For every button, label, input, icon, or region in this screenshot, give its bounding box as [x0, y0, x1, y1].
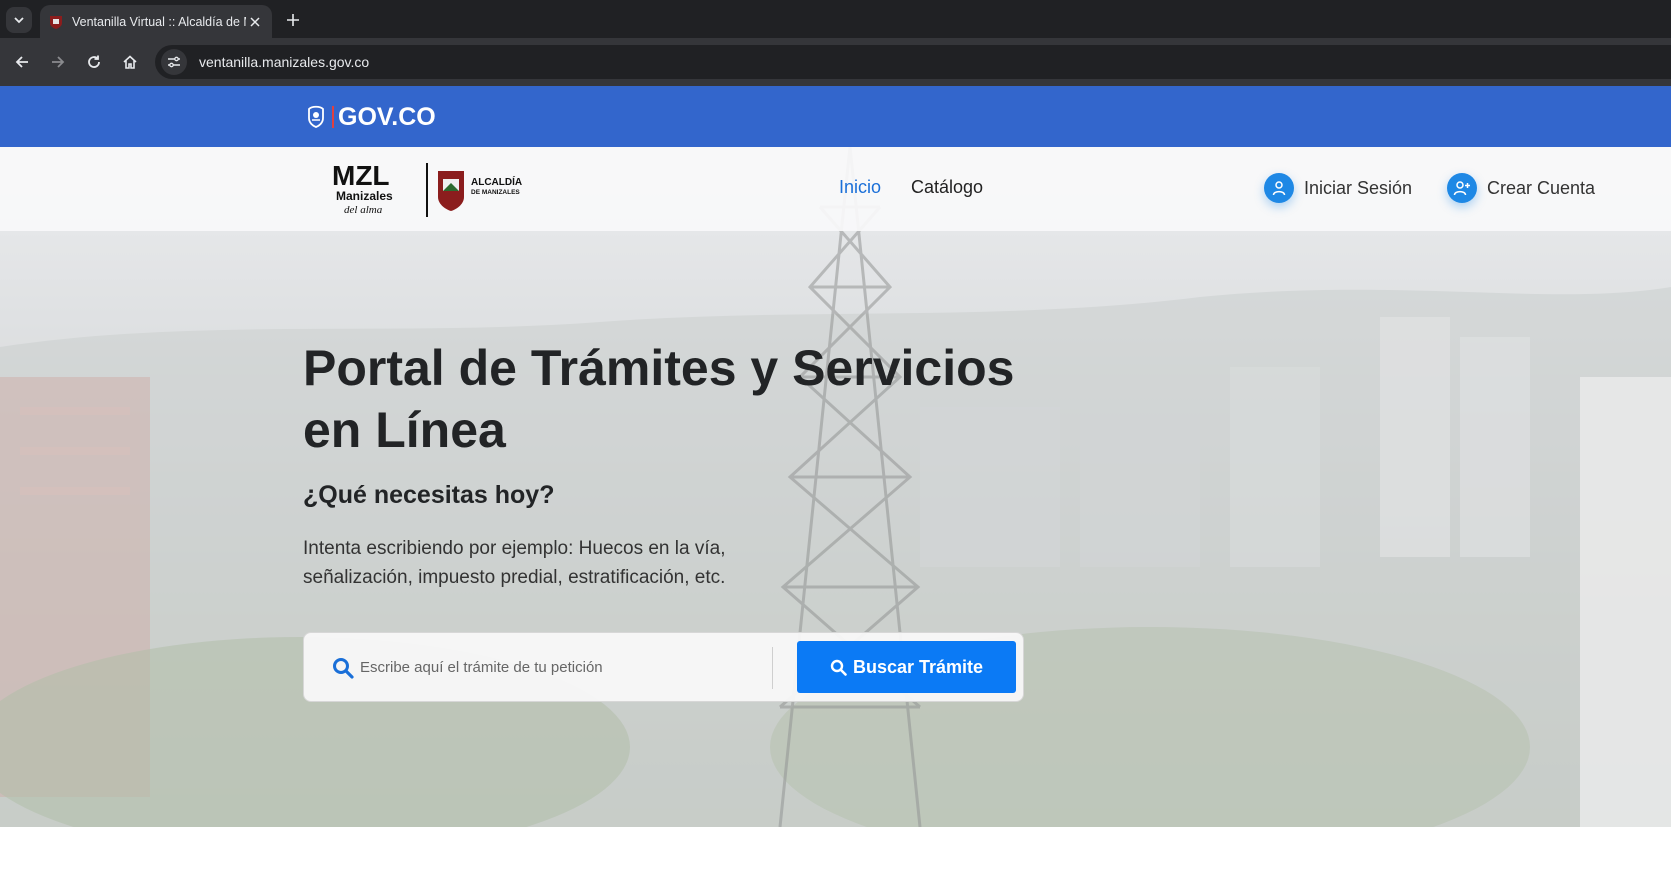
browser-toolbar: ventanilla.manizales.gov.co — [0, 38, 1671, 86]
search-button-label: Buscar Trámite — [852, 656, 984, 677]
tune-icon — [168, 56, 180, 68]
gov-bar: GOV.CO — [0, 86, 1671, 147]
gov-logo-separator — [332, 106, 334, 128]
new-tab-button[interactable] — [282, 9, 304, 31]
search-input[interactable] — [360, 651, 760, 683]
address-bar[interactable]: ventanilla.manizales.gov.co — [155, 45, 1671, 79]
colombia-shield-icon — [308, 105, 324, 128]
hero-subtitle: ¿Qué necesitas hoy? — [303, 481, 555, 509]
create-account-button[interactable]: Crear Cuenta — [1447, 173, 1595, 203]
forward-button[interactable] — [46, 50, 70, 74]
brand-mzl-text: MZL — [332, 160, 390, 191]
search-box: Buscar Trámite — [303, 632, 1024, 702]
tab-search-button[interactable] — [6, 7, 32, 33]
home-button[interactable] — [118, 50, 142, 74]
hero-section: MZL Manizales del alma ALCALDÍA DE MANIZ… — [0, 147, 1671, 827]
hero-overlay — [0, 147, 1671, 827]
alcaldia-shield-icon — [438, 171, 464, 211]
reload-icon — [88, 55, 100, 68]
site-info-button[interactable] — [161, 49, 187, 75]
arrow-left-icon — [15, 56, 28, 68]
url-text: ventanilla.manizales.gov.co — [199, 54, 370, 70]
browser-tabstrip: Ventanilla Virtual :: Alcaldía de M — [0, 0, 1671, 38]
plus-icon — [287, 14, 299, 26]
search-button[interactable]: Buscar Trámite — [797, 641, 1016, 693]
nav-catalogo[interactable]: Catálogo — [911, 177, 983, 198]
user-icon — [1264, 173, 1294, 203]
nav-inicio[interactable]: Inicio — [839, 177, 881, 198]
user-plus-icon — [1447, 173, 1477, 203]
login-button[interactable]: Iniciar Sesión — [1264, 173, 1412, 203]
chevron-down-icon — [14, 17, 24, 24]
back-button[interactable] — [10, 50, 34, 74]
search-icon — [333, 658, 354, 679]
arrow-right-icon — [52, 56, 65, 68]
brand-alcaldia-text: ALCALDÍA — [471, 175, 522, 188]
home-icon — [123, 55, 137, 69]
gov-co-logo[interactable]: GOV.CO — [306, 102, 436, 132]
gov-co-text: GOV.CO — [338, 102, 436, 131]
create-account-label: Crear Cuenta — [1487, 177, 1596, 198]
tab-title: Ventanilla Virtual :: Alcaldía de M — [72, 14, 246, 29]
reload-button[interactable] — [82, 50, 106, 74]
brand-manizales-text: Manizales — [336, 189, 393, 203]
login-label: Iniciar Sesión — [1304, 177, 1413, 198]
tab-close-button[interactable] — [246, 13, 264, 31]
alcaldia-favicon-icon — [50, 15, 62, 29]
page-title: Portal de Trámites y Servicios en Línea — [303, 340, 1015, 458]
hero-description: Intenta escribiendo por ejemplo: Huecos … — [303, 538, 726, 588]
brand-tagline-text: del alma — [344, 204, 383, 216]
manizales-brand-logo[interactable]: MZL Manizales del alma ALCALDÍA DE MANIZ… — [330, 159, 530, 221]
close-icon — [250, 16, 260, 27]
search-button-icon — [830, 659, 847, 676]
brand-de-manizales-text: DE MANIZALES — [471, 189, 520, 196]
browser-tab-active[interactable]: Ventanilla Virtual :: Alcaldía de M — [40, 5, 272, 38]
site-header: MZL Manizales del alma ALCALDÍA DE MANIZ… — [0, 147, 1671, 231]
search-divider — [772, 647, 773, 689]
